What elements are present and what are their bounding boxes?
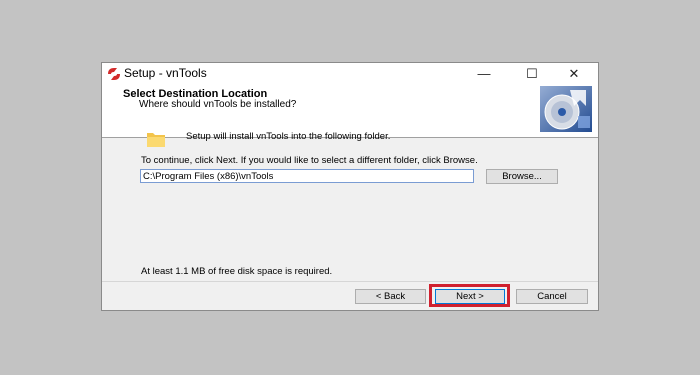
- wizard-header: Select Destination Location Where should…: [102, 84, 598, 138]
- close-button[interactable]: ✕: [556, 63, 592, 84]
- window-title: Setup - vnTools: [124, 66, 207, 80]
- maximize-icon: ☐: [526, 65, 538, 81]
- minimize-button[interactable]: —: [466, 63, 502, 84]
- back-button[interactable]: < Back: [355, 289, 426, 304]
- page-subtitle: Where should vnTools be installed?: [139, 99, 297, 110]
- cancel-button[interactable]: Cancel: [516, 289, 588, 304]
- install-intro-text: Setup will install vnTools into the foll…: [186, 131, 391, 142]
- browse-button[interactable]: Browse...: [486, 169, 558, 184]
- next-button[interactable]: Next >: [435, 289, 505, 304]
- footer-separator: [102, 281, 598, 282]
- disk-space-text: At least 1.1 MB of free disk space is re…: [141, 266, 333, 277]
- destination-path-input[interactable]: [140, 169, 474, 183]
- wizard-cd-image: [540, 86, 592, 132]
- setup-window: Setup - vnTools — ☐ ✕ Select Destination…: [101, 62, 599, 311]
- close-icon: ✕: [568, 65, 580, 81]
- maximize-button[interactable]: ☐: [514, 63, 550, 84]
- minimize-icon: —: [477, 66, 491, 81]
- folder-icon: [147, 133, 165, 147]
- instructions-text: To continue, click Next. If you would li…: [141, 155, 478, 166]
- title-bar[interactable]: Setup - vnTools — ☐ ✕: [102, 63, 598, 84]
- setup-app-icon: [108, 68, 120, 80]
